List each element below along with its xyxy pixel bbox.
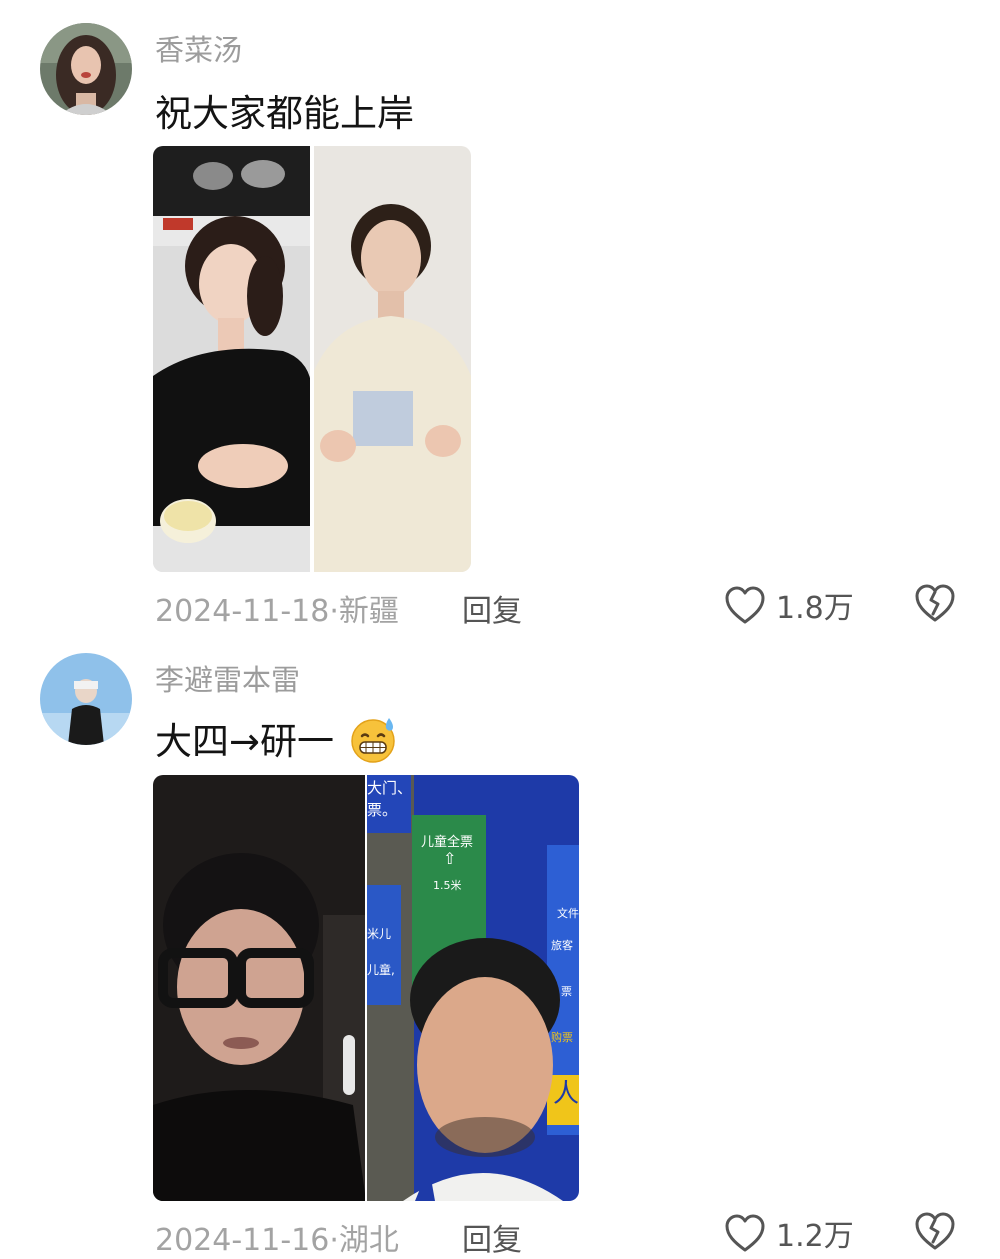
like-count: 1.8万 (776, 591, 854, 626)
comment-date: 2024-11-18 (155, 594, 330, 629)
comment-item: 香菜汤 祝大家都能上岸 2024-11-18·新疆 回复 1.8万 (0, 0, 1000, 640)
like-count: 1.2万 (776, 1219, 854, 1254)
comment-item: 李避雷本雷 大四→研一 大门、 票。 儿童全票 ⇧ 1.5米 米儿 儿童, 文件… (0, 640, 1000, 1258)
grinning-sweat-emoji-icon (348, 714, 398, 773)
sign-text: 票 (561, 985, 572, 998)
sign-text: 人 (553, 1079, 579, 1109)
broken-heart-icon[interactable] (914, 1211, 956, 1255)
sign-text: 购票 (551, 1031, 573, 1044)
avatar[interactable] (40, 653, 132, 745)
comment-meta: 2024-11-18·新疆 (155, 586, 399, 630)
sign-text: 1.5米 (433, 879, 462, 892)
sign-text: 文件 (557, 907, 579, 920)
avatar[interactable] (40, 23, 132, 115)
arrow-up-icon: ⇧ (443, 849, 457, 868)
comment-text-body: 大四→研一 (155, 720, 335, 763)
heart-icon (725, 1214, 765, 1252)
comment-photo[interactable] (153, 146, 471, 572)
sign-text: 旅客 (551, 939, 573, 952)
comment-date: 2024-11-16 (155, 1223, 330, 1258)
username[interactable]: 香菜汤 (155, 27, 242, 69)
comment-photo[interactable]: 大门、 票。 儿童全票 ⇧ 1.5米 米儿 儿童, 文件 旅客 票 购票 人 (153, 775, 579, 1201)
username[interactable]: 李避雷本雷 (155, 657, 300, 699)
meta-separator: · (329, 594, 339, 629)
sign-text: 儿童全票 (421, 835, 474, 850)
comment-meta: 2024-11-16·湖北 (155, 1215, 399, 1259)
comment-location: 湖北 (338, 1223, 399, 1258)
broken-heart-icon[interactable] (914, 583, 956, 627)
sign-text: 大门、 (367, 779, 413, 797)
meta-separator: · (329, 1223, 339, 1258)
comment-location: 新疆 (338, 594, 399, 629)
reply-button[interactable]: 回复 (462, 1215, 522, 1259)
sign-text: 米儿 (367, 927, 392, 941)
like-button[interactable]: 1.2万 (724, 1211, 864, 1257)
comment-text: 祝大家都能上岸 (155, 92, 414, 135)
heart-icon (725, 586, 765, 624)
reply-button[interactable]: 回复 (462, 586, 522, 630)
like-button[interactable]: 1.8万 (724, 583, 864, 629)
sign-text: 儿童, (367, 963, 395, 977)
comment-text: 大四→研一 (155, 711, 398, 773)
photo-divider (365, 775, 367, 1201)
sign-text: 票。 (367, 801, 398, 819)
